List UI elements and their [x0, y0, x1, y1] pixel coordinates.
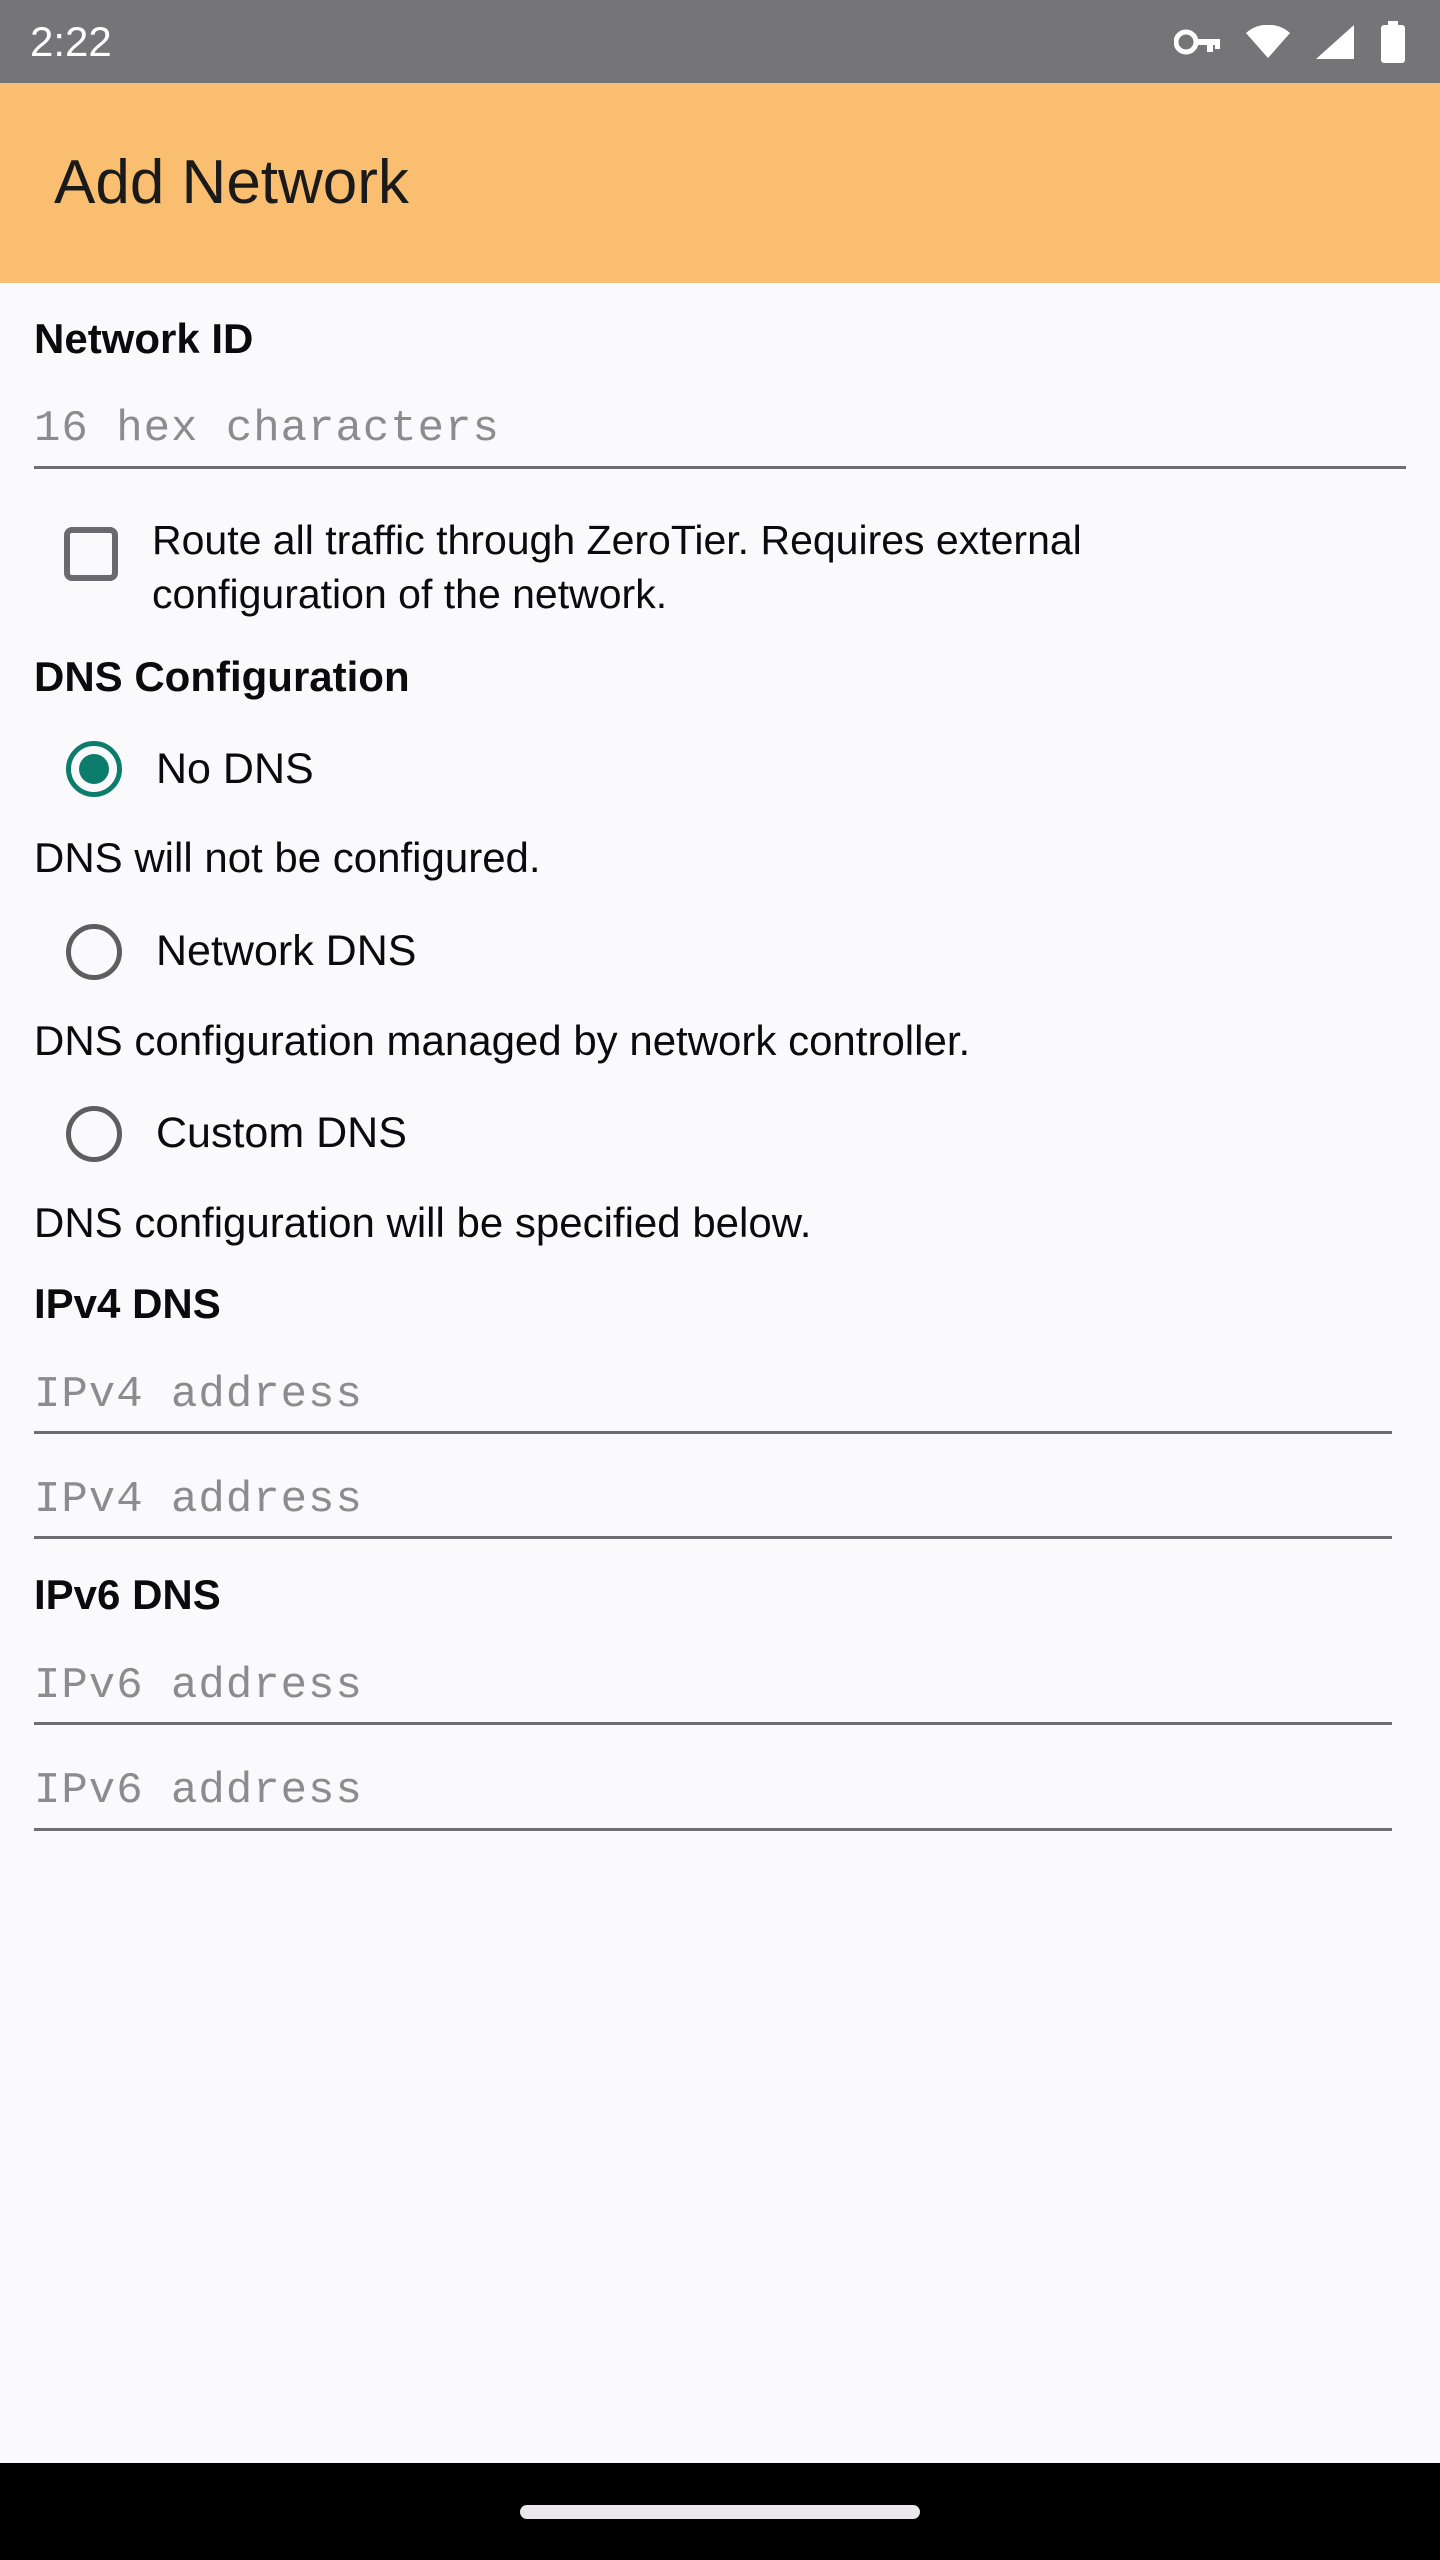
network-id-heading: Network ID — [34, 315, 254, 362]
status-bar: 2:22 — [0, 0, 1440, 83]
radio-description-no-dns: DNS will not be configured. — [34, 834, 541, 882]
ipv4-dns-input-1[interactable]: IPv4 address — [34, 1370, 1392, 1419]
radio-button-network-dns[interactable] — [66, 923, 122, 980]
radio-label-network-dns: Network DNS — [156, 927, 417, 976]
status-bar-clock: 2:22 — [30, 17, 112, 65]
app-bar: Add Network — [0, 83, 1440, 283]
ipv4-dns-field-1[interactable]: IPv4 address — [34, 1370, 1392, 1435]
ipv6-dns-field-2[interactable]: IPv6 address — [34, 1767, 1392, 1831]
ipv4-dns-field-2[interactable]: IPv4 address — [34, 1476, 1392, 1540]
radio-option-network-dns[interactable]: Network DNS — [66, 923, 1406, 980]
ipv6-dns-field-1[interactable]: IPv6 address — [34, 1661, 1392, 1726]
radio-option-no-dns[interactable]: No DNS — [66, 741, 1406, 798]
ipv4-dns-heading: IPv4 DNS — [34, 1280, 221, 1328]
app-screen: 2:22 Add Network Network ID 16 hex chara… — [0, 0, 1440, 2560]
network-id-input[interactable]: 16 hex characters — [34, 405, 1406, 454]
system-navigation-bar — [0, 2463, 1440, 2560]
radio-button-no-dns[interactable] — [66, 741, 122, 798]
battery-icon — [1380, 20, 1406, 63]
ipv6-dns-heading: IPv6 DNS — [34, 1571, 221, 1619]
vpn-key-icon — [1174, 27, 1220, 57]
radio-description-network-dns: DNS configuration managed by network con… — [34, 1016, 971, 1064]
radio-label-no-dns: No DNS — [156, 744, 314, 793]
route-all-traffic-row[interactable]: Route all traffic through ZeroTier. Requ… — [34, 513, 1406, 621]
cellular-signal-icon — [1316, 24, 1354, 59]
radio-label-custom-dns: Custom DNS — [156, 1109, 407, 1158]
route-all-traffic-checkbox[interactable] — [64, 526, 118, 581]
ipv6-dns-input-1[interactable]: IPv6 address — [34, 1661, 1392, 1710]
radio-description-custom-dns: DNS configuration will be specified belo… — [34, 1198, 812, 1246]
ipv4-dns-input-2[interactable]: IPv4 address — [34, 1476, 1392, 1525]
status-bar-icons — [1174, 20, 1406, 63]
gesture-home-pill[interactable] — [520, 2504, 920, 2519]
radio-button-custom-dns[interactable] — [66, 1105, 122, 1162]
settings-form: Network ID 16 hex characters Route all t… — [0, 283, 1440, 2463]
route-all-traffic-label: Route all traffic through ZeroTier. Requ… — [152, 516, 1082, 617]
ipv6-dns-input-2[interactable]: IPv6 address — [34, 1767, 1392, 1816]
network-id-field[interactable]: 16 hex characters — [34, 405, 1406, 469]
dns-configuration-heading: DNS Configuration — [34, 652, 410, 700]
wifi-icon — [1246, 25, 1290, 58]
page-title: Add Network — [54, 148, 409, 217]
radio-option-custom-dns[interactable]: Custom DNS — [66, 1105, 1406, 1162]
